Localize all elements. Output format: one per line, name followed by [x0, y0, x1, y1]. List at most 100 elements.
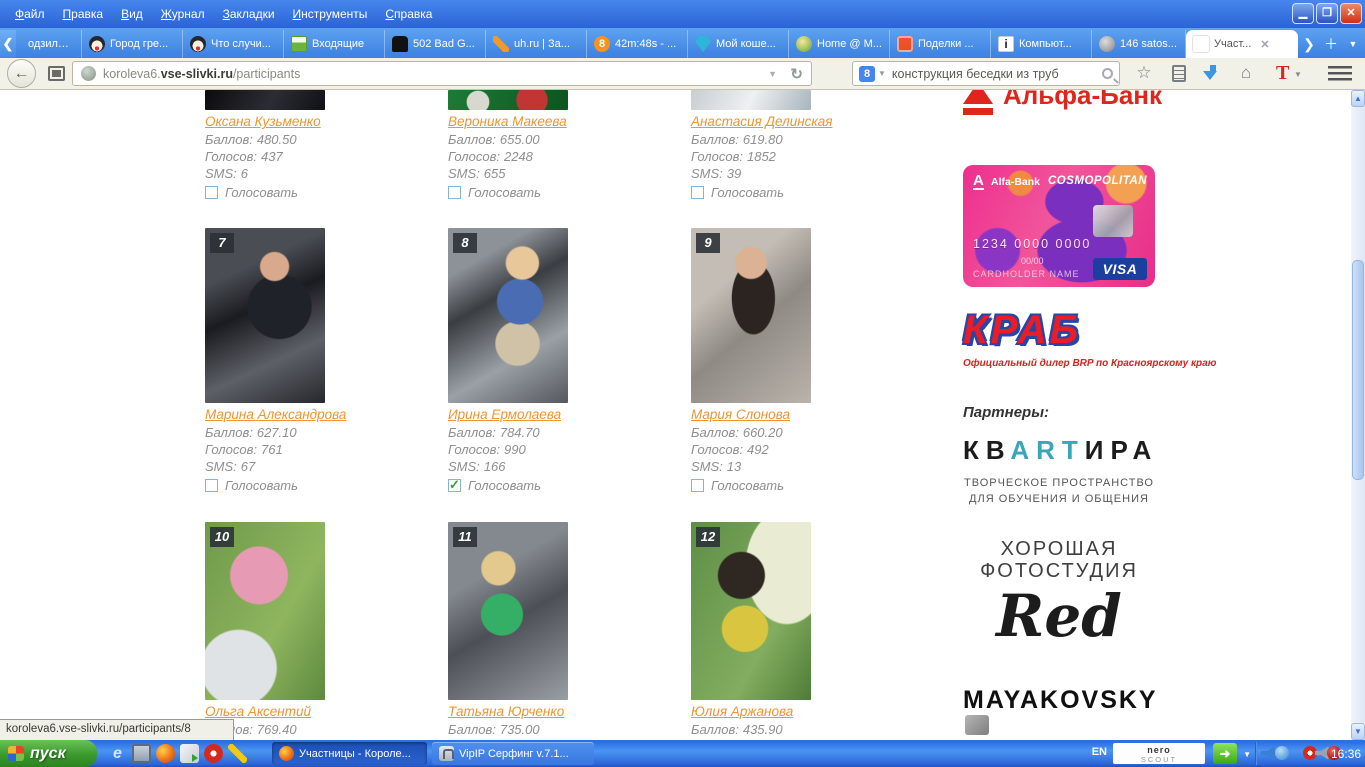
browser-tab[interactable]: Город гре...: [82, 30, 183, 58]
vote-checkbox[interactable]: [691, 186, 704, 199]
vertical-scrollbar[interactable]: ▲ ▼: [1351, 90, 1365, 740]
opera-icon[interactable]: [1303, 746, 1317, 760]
opera-icon[interactable]: [204, 744, 223, 763]
taskbar-task-firefox[interactable]: Участницы - Короле...: [272, 742, 427, 765]
shield-icon[interactable]: [180, 744, 199, 763]
menu-edit[interactable]: Правка: [54, 4, 113, 24]
scroll-down-icon[interactable]: ▼: [1351, 723, 1365, 740]
menu-bookmarks[interactable]: Закладки: [214, 4, 284, 24]
browser-tab[interactable]: i Компьют...: [991, 30, 1092, 58]
photo-number-badge: 10: [210, 527, 234, 547]
browser-tab[interactable]: Поделки ...: [890, 30, 991, 58]
firefox-icon[interactable]: [156, 744, 175, 763]
participant-photo[interactable]: 8: [448, 228, 568, 403]
bookmark-star-icon[interactable]: ☆: [1132, 63, 1156, 83]
scrollbar-thumb[interactable]: [1352, 260, 1364, 480]
lightning-icon[interactable]: [228, 744, 247, 763]
close-button[interactable]: ✕: [1340, 3, 1362, 24]
alfabank-logo[interactable]: Альфа-Банк: [963, 90, 1162, 126]
menu-file[interactable]: Файл: [6, 4, 54, 24]
address-bar[interactable]: koroleva6.vse-slivki.ru/participants ▼ ↻: [72, 61, 812, 86]
krab-logo[interactable]: КРАБ Официальный дилер BRP по Красноярск…: [963, 308, 1216, 369]
search-engine-dropdown-icon[interactable]: ▼: [878, 69, 886, 78]
grid-addon-icon[interactable]: [48, 66, 65, 81]
menu-hamburger-icon[interactable]: [1328, 66, 1352, 81]
participant-photo[interactable]: 12: [691, 522, 811, 700]
search-input[interactable]: конструкция беседки из труб: [892, 67, 1102, 81]
sms-label: SMS:: [205, 166, 237, 181]
mayakovsky-logo[interactable]: MAYAKOVSKY: [963, 686, 1156, 735]
participant-photo[interactable]: [691, 90, 811, 110]
participant-name-link[interactable]: Юлия Аржанова: [691, 704, 793, 719]
browser-tab[interactable]: Мой коше...: [688, 30, 789, 58]
start-button[interactable]: пуск: [0, 740, 97, 767]
browser-tab[interactable]: Входящие: [284, 30, 385, 58]
participant-photo[interactable]: [448, 90, 568, 110]
menu-tools[interactable]: Инструменты: [284, 4, 377, 24]
tray-dropdown-icon[interactable]: ▼: [1243, 750, 1251, 759]
participant-photo[interactable]: [205, 90, 325, 110]
tab-scroll-right[interactable]: ❯: [1298, 30, 1320, 58]
tab-list-dropdown[interactable]: ▼: [1342, 30, 1364, 58]
url-dropdown-icon[interactable]: ▼: [768, 69, 777, 79]
bookmarks-panel-icon[interactable]: [1172, 65, 1186, 82]
photostudio-logo[interactable]: ХОРОШАЯ ФОТОСТУДИЯ Red: [963, 538, 1155, 650]
vote-checkbox[interactable]: [691, 479, 704, 492]
participant-photo[interactable]: 9: [691, 228, 811, 403]
show-desktop-icon[interactable]: [132, 744, 151, 763]
points-label: Баллов:: [448, 722, 496, 737]
t-addon-icon[interactable]: T: [1276, 62, 1289, 85]
t-addon-dropdown-icon[interactable]: ▼: [1294, 70, 1302, 79]
vote-checkbox[interactable]: [205, 479, 218, 492]
home-icon[interactable]: ⌂: [1234, 63, 1258, 83]
search-icon[interactable]: [1102, 68, 1113, 79]
tab-close-icon[interactable]: ✕: [1260, 38, 1269, 51]
language-indicator[interactable]: EN: [1092, 746, 1107, 758]
scroll-up-icon[interactable]: ▲: [1351, 90, 1365, 107]
browser-tab[interactable]: uh.ru | За...: [486, 30, 587, 58]
network-icon[interactable]: [1275, 746, 1289, 760]
minimize-button[interactable]: ▁: [1292, 3, 1314, 24]
participant-name-link[interactable]: Вероника Макеева: [448, 114, 567, 129]
participant-photo[interactable]: 10: [205, 522, 325, 700]
participant-photo[interactable]: 11: [448, 522, 568, 700]
back-button[interactable]: ←: [7, 59, 36, 88]
vote-checkbox-checked[interactable]: [448, 477, 461, 493]
sms-label: SMS:: [448, 166, 480, 181]
browser-tab[interactable]: одзилла ...: [16, 30, 82, 58]
nero-scout-widget[interactable]: nero SCOUT: [1113, 743, 1205, 764]
browser-tab[interactable]: Home @ M...: [789, 30, 890, 58]
browser-tab[interactable]: 146 satos...: [1092, 30, 1186, 58]
participant-name-link[interactable]: Марина Александрова: [205, 407, 346, 422]
participant-name-link[interactable]: Ирина Ермолаева: [448, 407, 561, 422]
points-value: 480.50: [256, 132, 297, 147]
search-engine-icon[interactable]: 8: [859, 65, 875, 82]
tab-scroll-left[interactable]: ❮: [0, 30, 16, 58]
menu-help[interactable]: Справка: [376, 4, 441, 24]
browser-tab[interactable]: 8 42m:48s - ...: [587, 30, 688, 58]
participant-name-link[interactable]: Мария Слонова: [691, 407, 790, 422]
restore-button[interactable]: ❐: [1316, 3, 1338, 24]
volume-icon[interactable]: [1261, 746, 1275, 760]
participant-name-link[interactable]: Анастасия Делинская: [691, 114, 832, 129]
kvartira-tagline-1: ТВОРЧЕСКОЕ ПРОСТРАНСТВО: [964, 477, 1154, 489]
vote-checkbox[interactable]: [448, 186, 461, 199]
tray-green-arrow-icon[interactable]: ➜: [1213, 743, 1237, 764]
participant-photo[interactable]: 7: [205, 228, 325, 403]
browser-tab[interactable]: Что случи...: [183, 30, 284, 58]
taskbar-task-vipip[interactable]: VipIP Серфинг v.7.1...: [432, 742, 594, 765]
menu-view[interactable]: Вид: [112, 4, 152, 24]
ie-icon[interactable]: e: [108, 744, 127, 763]
menu-history[interactable]: Журнал: [152, 4, 214, 24]
new-tab-button[interactable]: ＋: [1320, 30, 1342, 58]
vote-checkbox[interactable]: [205, 186, 218, 199]
participant-name-link[interactable]: Татьяна Юрченко: [448, 704, 564, 719]
participant-name-link[interactable]: Оксана Кузьменко: [205, 114, 321, 129]
participant-name-link[interactable]: Ольга Аксентий: [205, 704, 311, 719]
browser-tab[interactable]: 502 Bad G...: [385, 30, 486, 58]
browser-tab-active[interactable]: Участ... ✕: [1186, 30, 1298, 58]
reload-icon[interactable]: ↻: [790, 65, 803, 83]
kvartira-logo[interactable]: КВАRТИРА ТВОРЧЕСКОЕ ПРОСТРАНСТВО ДЛЯ ОБУ…: [963, 435, 1155, 507]
search-bar[interactable]: 8 ▼ конструкция беседки из труб: [852, 61, 1120, 86]
windows-flag-icon: [8, 746, 24, 761]
